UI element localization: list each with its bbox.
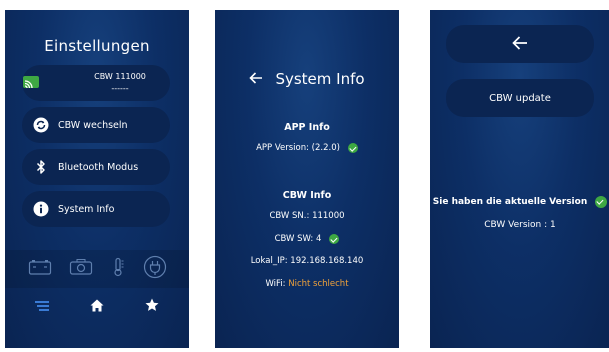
cbw-device-info: CBW 111000 ------ xyxy=(70,71,170,95)
power-plug-icon[interactable] xyxy=(143,255,167,283)
cbw-sn-line: CBW SN.: 111000 xyxy=(215,211,399,221)
bottom-nav xyxy=(15,290,179,322)
system-info-screen: System Info APP Info APP Version: (2.2.0… xyxy=(215,10,399,348)
home-icon[interactable] xyxy=(90,297,104,316)
cbw-sw-value: 4 xyxy=(316,234,322,244)
cbw-version-label: CBW Version : xyxy=(484,220,548,230)
menu-item-label: Bluetooth Modus xyxy=(58,161,139,173)
cbw-serial: CBW 111000 xyxy=(94,72,146,81)
app-version-line: APP Version: (2.2.0) xyxy=(215,143,399,153)
camera-icon[interactable] xyxy=(69,258,93,280)
bluetooth-icon xyxy=(32,158,50,176)
cbw-version-line: CBW Version : 1 xyxy=(430,220,609,230)
wifi-status: Nicht schlecht xyxy=(288,279,349,289)
app-version-value: (2.2.0) xyxy=(311,143,340,153)
app-version-label: APP Version: xyxy=(256,143,309,153)
check-icon xyxy=(347,143,358,153)
page-header: System Info xyxy=(215,70,399,88)
check-icon xyxy=(329,234,340,244)
page-title: Einstellungen xyxy=(44,37,150,55)
cbw-update-screen: CBW update Sie haben die aktuelle Versio… xyxy=(430,10,609,348)
app-info-heading: APP Info xyxy=(284,122,330,133)
info-icon xyxy=(32,200,50,218)
star-icon[interactable] xyxy=(145,297,159,316)
update-status-text: Sie haben die aktuelle Version xyxy=(432,197,588,207)
menu-item-label: CBW wechseln xyxy=(58,119,128,131)
cbw-sw-label: CBW SW: xyxy=(274,234,314,244)
lokal-ip-line: Lokal_IP: 192.168.168.140 xyxy=(215,256,399,266)
page-title: System Info xyxy=(275,70,365,88)
menu-item-label: System Info xyxy=(58,203,115,215)
lokal-ip-value: 192.168.168.140 xyxy=(290,256,364,266)
cbw-sn-value: 111000 xyxy=(312,211,345,221)
menu-item-system-info[interactable]: System Info xyxy=(22,191,170,227)
cbw-device-card[interactable]: CBW 111000 ------ xyxy=(22,65,170,101)
battery-icon[interactable] xyxy=(28,258,52,280)
cbw-update-button[interactable]: CBW update xyxy=(446,79,594,117)
back-button[interactable] xyxy=(446,25,594,63)
lokal-ip-label: Lokal_IP: xyxy=(250,256,288,266)
cbw-sw-line: CBW SW: 4 xyxy=(215,234,399,244)
back-arrow-icon[interactable] xyxy=(249,70,263,88)
thermometer-icon[interactable] xyxy=(110,257,126,281)
menu-item-cbw-wechseln[interactable]: CBW wechseln xyxy=(22,107,170,143)
cast-icon xyxy=(22,74,40,96)
cbw-sn-label: CBW SN.: xyxy=(269,211,310,221)
wifi-line: WiFi: Nicht schlecht xyxy=(215,279,399,289)
menu-item-bluetooth-modus[interactable]: Bluetooth Modus xyxy=(22,149,170,185)
menu-icon[interactable] xyxy=(35,297,50,316)
settings-screen: Einstellungen CBW 111000 ------ CBW wech… xyxy=(5,10,189,348)
cbw-version-value: 1 xyxy=(550,220,556,230)
wifi-label: WiFi: xyxy=(265,279,286,289)
cbw-sub: ------ xyxy=(111,84,129,93)
back-arrow-icon xyxy=(512,35,528,53)
swap-icon xyxy=(32,116,50,134)
cbw-info-heading: CBW Info xyxy=(282,190,332,201)
check-icon xyxy=(595,196,608,208)
status-icon-strip xyxy=(5,250,189,288)
update-status: Sie haben die aktuelle Version xyxy=(430,196,609,208)
